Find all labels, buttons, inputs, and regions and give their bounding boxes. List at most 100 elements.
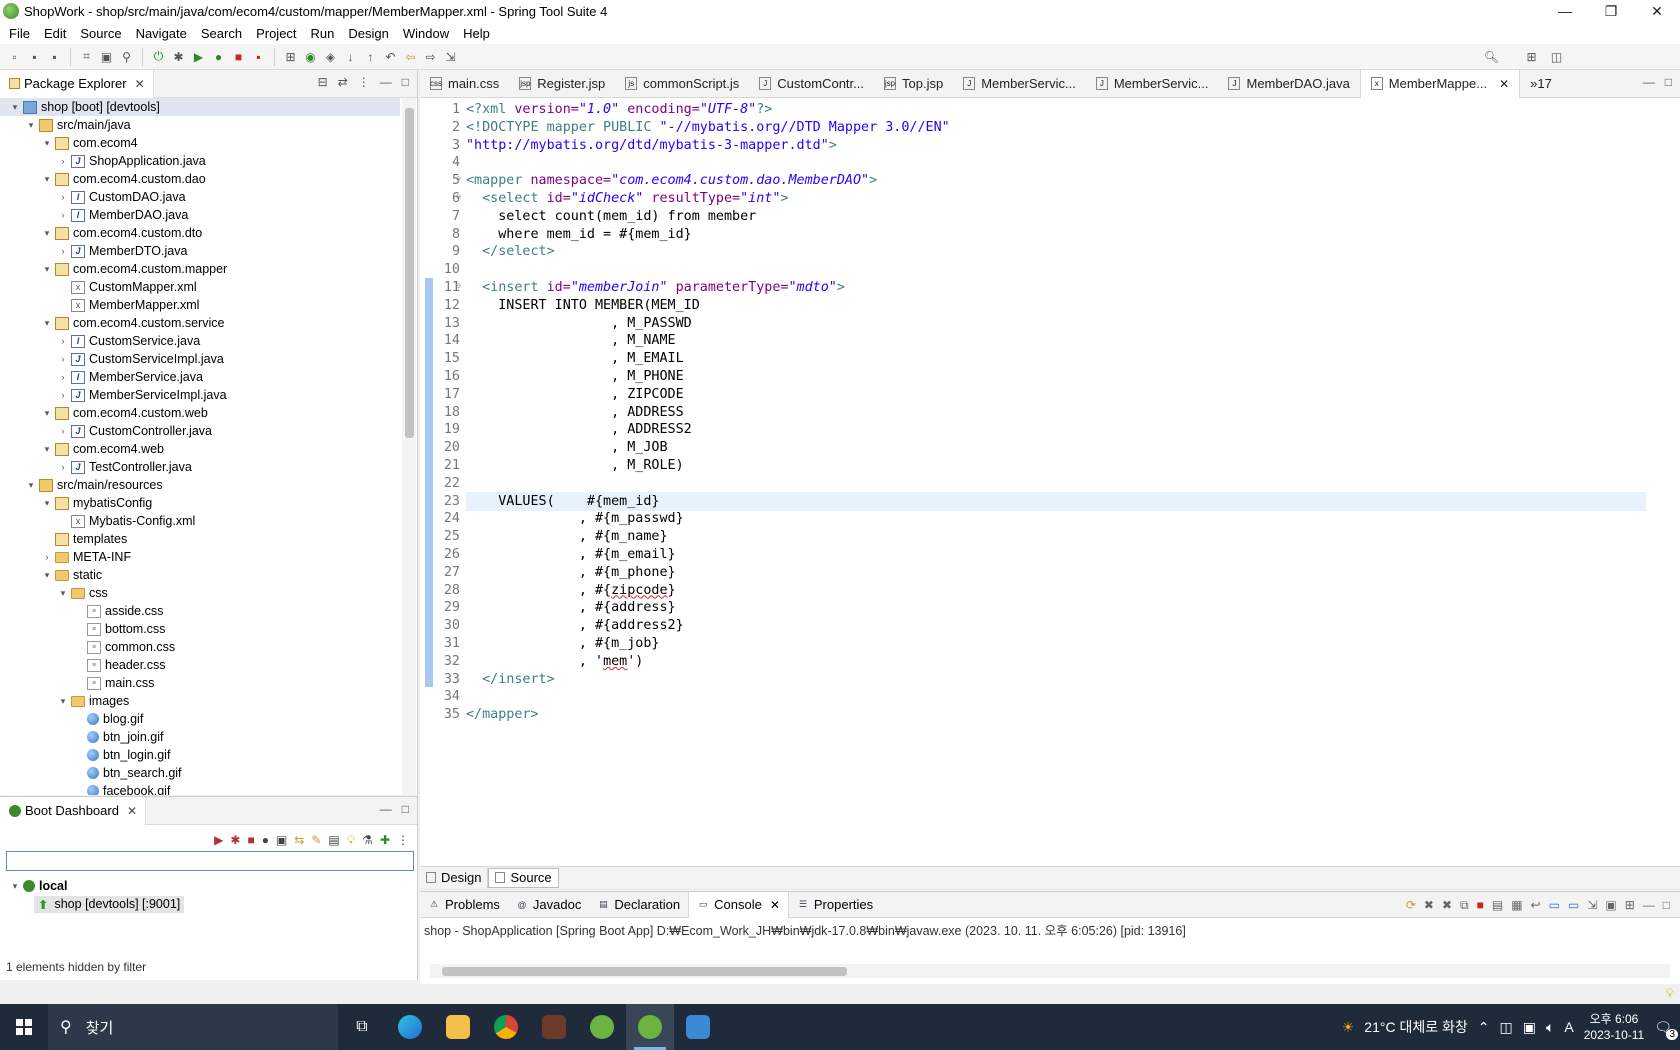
start-button[interactable] <box>0 1004 48 1050</box>
tree-item[interactable]: x Mybatis-Config.xml <box>0 512 400 530</box>
stop-icon[interactable]: ■ <box>247 833 254 848</box>
menu-search[interactable]: Search <box>194 26 249 41</box>
editor-tab[interactable]: J MemberDAO.java <box>1218 70 1359 98</box>
tree-item[interactable]: › J CustomServiceImpl.java <box>0 350 400 368</box>
link-with-editor-icon[interactable]: ⇄ <box>338 75 348 89</box>
restore-button[interactable]: ❐ <box>1588 0 1634 22</box>
open-console-icon[interactable]: ▣ <box>276 833 287 848</box>
search-icon[interactable]: 🔍︎ <box>1483 48 1500 65</box>
tree-item[interactable]: ▾ com.ecom4.custom.mapper <box>0 260 400 278</box>
new-java-package-icon[interactable]: ⊞ <box>282 48 299 65</box>
external-tools-icon[interactable]: ▪ <box>250 48 267 65</box>
tree-item[interactable]: x MemberMapper.xml <box>0 296 400 314</box>
tree-item[interactable]: blog.gif <box>0 710 400 728</box>
tree-item[interactable]: ▾ src/main/java <box>0 116 400 134</box>
port-forward-icon[interactable]: ⇆ <box>294 833 304 848</box>
tree-item[interactable]: ▾ com.ecom4.custom.dto <box>0 224 400 242</box>
tab-source[interactable]: Source <box>488 867 559 888</box>
package-tree-scrollbar[interactable] <box>402 98 416 795</box>
debug-restart-icon[interactable]: ✱ <box>230 833 240 848</box>
expand-arrow-icon[interactable]: ▾ <box>40 228 54 239</box>
tree-item[interactable]: ▾ com.ecom4.custom.web <box>0 404 400 422</box>
boot-icon[interactable]: ⏻ <box>150 48 167 65</box>
expand-arrow-icon[interactable]: › <box>56 336 70 346</box>
tree-item[interactable]: ≡ main.css <box>0 674 400 692</box>
editor-tab[interactable]: jsp Register.jsp <box>509 70 615 98</box>
scrollbar-thumb[interactable] <box>405 108 414 438</box>
save-all-icon[interactable]: ▪ <box>46 48 63 65</box>
taskbar-sts[interactable] <box>578 1004 626 1050</box>
properties-icon[interactable]: ▤ <box>328 833 339 848</box>
menu-run[interactable]: Run <box>304 26 342 41</box>
expand-arrow-icon[interactable]: ▾ <box>56 588 70 599</box>
expand-arrow-icon[interactable]: › <box>56 246 70 256</box>
network-icon[interactable]: ◫ <box>1500 1019 1513 1036</box>
maximize-icon[interactable]: □ <box>402 75 409 89</box>
collapse-all-icon[interactable]: ⊟ <box>318 75 328 89</box>
ime-indicator[interactable]: A <box>1564 1019 1573 1035</box>
tab-declaration[interactable]: ▤ Declaration <box>589 892 688 918</box>
annotation-next-icon[interactable]: ↓ <box>342 48 359 65</box>
minimize-button[interactable]: — <box>1542 0 1588 22</box>
remove-all-icon[interactable]: ✖ <box>1442 898 1452 913</box>
close-icon[interactable]: ✕ <box>127 804 137 818</box>
scrollbar-thumb[interactable] <box>442 967 847 976</box>
open-console-icon[interactable]: ⊞ <box>1625 898 1635 913</box>
meet-icon[interactable]: ▣ <box>1523 1019 1536 1036</box>
tree-item[interactable]: x CustomMapper.xml <box>0 278 400 296</box>
tree-item[interactable]: ≡ bottom.css <box>0 620 400 638</box>
taskbar-app[interactable] <box>530 1004 578 1050</box>
tree-item[interactable]: btn_search.gif <box>0 764 400 782</box>
new-class-icon[interactable]: ◉ <box>302 48 319 65</box>
view-menu-icon[interactable]: ⋮ <box>397 833 409 848</box>
tree-item[interactable]: › J CustomController.java <box>0 422 400 440</box>
display-console-icon[interactable]: ▣ <box>1605 898 1616 913</box>
expand-arrow-icon[interactable]: › <box>56 210 70 220</box>
editor-tab[interactable]: x MemberMappe... ✕ <box>1359 69 1521 98</box>
expand-arrow-icon[interactable]: ▾ <box>24 480 38 491</box>
expand-arrow-icon[interactable]: ▾ <box>40 498 54 509</box>
code-editor[interactable]: 1 <?xml version="1.0" encoding="UTF-8"?> 2… <box>420 98 1670 886</box>
save-icon[interactable]: ▪ <box>26 48 43 65</box>
clock[interactable]: 오후 6:06 2023-10-11 <box>1584 1011 1645 1043</box>
taskbar-app2[interactable] <box>674 1004 722 1050</box>
expand-arrow-icon[interactable]: ▾ <box>40 174 54 185</box>
fold-toggle-icon[interactable]: ⊖ <box>456 192 464 201</box>
weather-text[interactable]: 21°C 대체로 화창 <box>1364 1017 1467 1037</box>
tip-lightbulb-icon[interactable]: 💡︎ <box>1666 986 1674 1001</box>
tree-item[interactable]: › J MemberDTO.java <box>0 242 400 260</box>
tree-item[interactable]: ▾ com.ecom4.custom.dao <box>0 170 400 188</box>
stop-icon[interactable]: ■ <box>230 48 247 65</box>
taskbar-sts-active[interactable] <box>626 1004 674 1050</box>
spring-perspective-icon[interactable]: ◫ <box>1548 48 1565 65</box>
show-on-stderr-icon[interactable]: ▭ <box>1568 898 1579 913</box>
coverage-icon[interactable]: ● <box>210 48 227 65</box>
taskbar-explorer[interactable] <box>434 1004 482 1050</box>
editor-tab[interactable]: js commonScript.js <box>615 70 749 98</box>
expand-arrow-icon[interactable]: ▾ <box>8 102 22 113</box>
tab-problems[interactable]: ⚠ Problems <box>420 892 508 918</box>
tab-javadoc[interactable]: @ Javadoc <box>508 892 589 918</box>
expand-arrow-icon[interactable]: ▾ <box>40 318 54 329</box>
run-icon[interactable]: ▶ <box>190 48 207 65</box>
task-view-button[interactable]: ⧉ <box>338 1004 386 1050</box>
tray-chevron-icon[interactable]: ⌃ <box>1478 1019 1490 1036</box>
tab-design[interactable]: Design <box>420 867 489 888</box>
open-type-icon[interactable]: ⌗ <box>78 48 95 65</box>
filter-icon[interactable]: ⚗ <box>362 833 373 848</box>
tab-boot-dashboard[interactable]: Boot Dashboard ✕ <box>0 796 147 825</box>
tree-item[interactable]: ▾ static <box>0 566 400 584</box>
expand-arrow-icon[interactable]: › <box>56 156 70 166</box>
new-icon[interactable]: ▫ <box>6 48 23 65</box>
expand-arrow-icon[interactable]: › <box>56 462 70 472</box>
expand-arrow-icon[interactable]: › <box>40 552 54 562</box>
restart-icon[interactable]: ▶ <box>214 833 223 848</box>
close-icon[interactable]: ✕ <box>770 898 780 912</box>
boot-app-shop[interactable]: ⬆ shop [devtools] [:9001] <box>8 895 185 913</box>
tree-item[interactable]: › I CustomDAO.java <box>0 188 400 206</box>
expand-arrow-icon[interactable]: › <box>56 192 70 202</box>
tree-item[interactable]: ▾ images <box>0 692 400 710</box>
back-icon[interactable]: ⇦ <box>402 48 419 65</box>
fold-toggle-icon[interactable]: ⊖ <box>456 281 464 290</box>
menu-window[interactable]: Window <box>396 26 456 41</box>
